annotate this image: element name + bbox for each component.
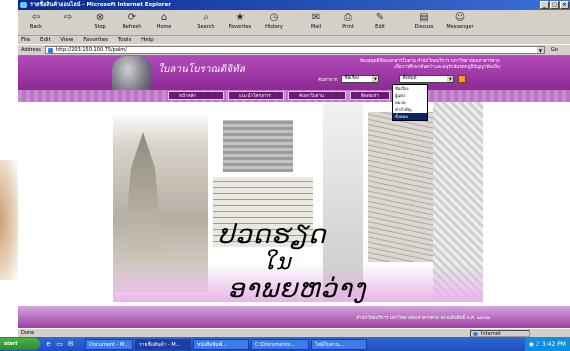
nav-tabs: หน้าหลัก แนะนำโครงการ ค้นหาใบลาน ติดต่อเ… [168,91,390,100]
favorites-button[interactable]: ★ Favorites [224,12,256,30]
banner-title-line1: ປວດຮຽດ [218,220,327,250]
nav-tab-about[interactable]: แนะนำโครงการ [228,91,284,100]
discuss-button[interactable]: ▤ Discuss [408,12,440,30]
site-header: ใบลานโบราณดิจิทัล ห้องสมุดดิจิทัลเอกสารใ… [18,56,570,101]
taskbar-item[interactable]: หนังสือพิมพ์... [193,338,249,350]
browser-toolbar: ⇦ Back ⇨ ⊗ Stop ⟳ Refresh ⌂ Home ⌕ Search ★ Fa… [18,10,570,36]
refresh-icon: ⟳ [127,12,137,23]
search-field-select[interactable]: ชื่อเรื่อง ▼ [341,75,380,83]
chevron-down-icon: ▼ [447,76,454,82]
go-button[interactable]: Go [551,47,558,53]
taskbar-item[interactable]: ไฟล์ใบลาน... [311,338,367,350]
messenger-button[interactable]: ☺ Messenger [444,12,476,30]
page-icon [47,48,53,53]
dropdown-option[interactable]: หมวด [393,99,427,106]
nav-tab-home[interactable]: หน้าหลัก [168,91,224,100]
site-footer: สำนักวิทยบริการ มหาวิทยาลัยมหาสารคาม สงว… [18,306,570,328]
refresh-button[interactable]: ⟳ Refresh [118,12,146,30]
close-button[interactable]: × [560,1,569,9]
clock[interactable]: 3:42 PM [542,341,566,348]
desktop-area [0,0,18,160]
mail-icon: ✉ [311,12,321,23]
address-label: Address [21,47,41,53]
outlook-quicklaunch-icon[interactable]: ✉ [66,340,75,349]
window-controls: _ □ × [540,1,569,9]
window-title: รายชื่อสินค้าออนไลน์ - Microsoft Interne… [30,2,171,8]
menu-favorites[interactable]: Favorites [83,37,108,43]
dropdown-option-selected[interactable]: ทั้งหมด [393,113,427,120]
dropdown-option[interactable]: คำสำคัญ [393,106,427,113]
footer-text: สำนักวิทยบริการ มหาวิทยาลัยมหาสารคาม สงว… [356,316,490,321]
dropdown-option[interactable]: ชื่อเรื่อง [393,85,427,92]
menu-bar: File Edit View Favorites Tools Help [18,36,570,45]
chevron-down-icon: ▼ [372,76,379,82]
chevron-down-icon[interactable]: ▼ [536,47,544,53]
system-tray: ◉ ♪ 3:42 PM [524,337,570,351]
mail-button[interactable]: ✉ Mail [302,12,330,30]
banner-title: ປວດຮຽດ ໃນ ອາພຍຫວ່າງ [218,222,498,303]
messenger-icon: ☺ [454,12,466,23]
maximize-button[interactable]: □ [550,1,559,9]
search-row: ค้นหาจาก ชื่อเรื่อง ▼ ทั้งหมด ▼ [318,74,518,84]
nav-tab-contact[interactable]: ติดต่อเรา [350,91,390,100]
menu-tools[interactable]: Tools [118,37,132,43]
security-zone: Internet [470,330,530,337]
banner-title-line3: ອາພຍຫວ່າງ [228,274,367,304]
site-name: ใบลานโบราณดิจิทัล [158,64,245,75]
menu-edit[interactable]: Edit [40,37,51,43]
address-input[interactable]: http://203.150.100.75/palm/ ▼ [44,46,545,54]
window-titlebar[interactable]: รายชื่อสินค้าออนไลน์ - Microsoft Interne… [18,0,570,10]
back-button[interactable]: ⇦ Back [22,12,50,30]
history-icon: ◷ [269,12,279,23]
status-text: Done [21,330,35,336]
address-url: http://203.150.100.75/palm/ [55,47,127,53]
banner-title-line2: ໃນ [263,250,292,275]
ie-icon [20,2,27,8]
taskbar-item[interactable]: Document - M... [85,338,133,350]
web-page-viewport: ใบลานโบราณดิจิทัล ห้องสมุดดิจิทัลเอกสารใ… [18,56,570,328]
address-bar: Address http://203.150.100.75/palm/ ▼ Go [18,45,570,56]
forward-arrow-icon: ⇨ [63,12,73,23]
stone-inscription-image [223,120,293,172]
search-button[interactable]: ⌕ Search [192,12,220,30]
taskbar-item[interactable]: C:\Documents... [251,338,309,350]
discuss-icon: ▤ [419,12,429,23]
nav-tab-search[interactable]: ค้นหาใบลาน [288,91,346,100]
desktop-wallpaper [0,160,18,280]
header-info-line2: เพื่อการศึกษาค้นคว้าและอนุรักษ์มรดกภูมิป… [394,65,500,70]
dropdown-option[interactable]: ผู้แต่ง [393,92,427,99]
search-scope-select[interactable]: ทั้งหมด ▼ [399,75,455,83]
network-icon[interactable]: ◉ [529,341,534,348]
stop-button[interactable]: ⊗ Stop [86,12,114,30]
search-go-button[interactable] [458,75,467,83]
print-icon: ⎙ [344,12,352,23]
forward-button[interactable]: ⇨ [54,12,82,24]
print-button[interactable]: ⎙ Print [334,12,362,30]
menu-file[interactable]: File [21,37,30,43]
edit-button[interactable]: ✎ Edit [366,12,394,30]
taskbar: start e ▭ ✉ Document - M... รายชื่อสินค้… [0,337,570,351]
ie-quicklaunch-icon[interactable]: e [44,340,53,349]
volume-icon[interactable]: ♪ [536,341,540,348]
quick-launch: e ▭ ✉ [44,340,75,349]
hero-banner: ປວດຮຽດ ໃນ ອາພຍຫວ່າງ [18,102,570,306]
search-label: ค้นหาจาก [318,77,338,83]
search-icon: ⌕ [203,12,209,23]
taskbar-item-active[interactable]: รายชื่อสินค้า - M... [135,338,191,350]
start-button[interactable]: start [0,338,40,350]
desktop-quicklaunch-icon[interactable]: ▭ [55,340,64,349]
history-button[interactable]: ◷ History [260,12,288,30]
stop-icon: ⊗ [95,12,105,23]
edit-icon: ✎ [375,12,385,23]
home-icon: ⌂ [160,12,168,23]
favorites-icon: ★ [235,12,245,23]
menu-view[interactable]: View [60,37,73,43]
search-field-dropdown: ชื่อเรื่อง ผู้แต่ง หมวด คำสำคัญ ทั้งหมด [392,84,428,121]
home-button[interactable]: ⌂ Home [150,12,178,30]
back-arrow-icon: ⇦ [31,12,41,23]
header-info: ห้องสมุดดิจิทัลเอกสารใบลาน สำนักวิทยบริก… [360,59,500,71]
menu-help[interactable]: Help [141,37,154,43]
minimize-button[interactable]: _ [540,1,549,9]
status-bar: Done Internet [18,328,570,337]
